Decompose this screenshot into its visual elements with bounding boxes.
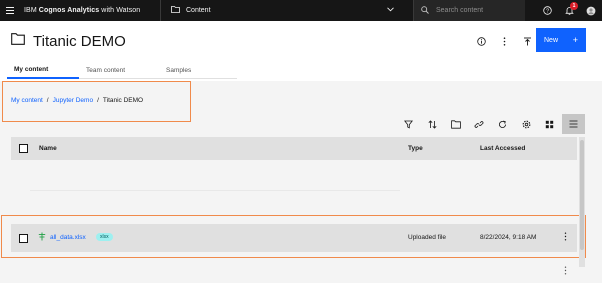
notification-badge: 1 xyxy=(570,2,578,10)
search-input[interactable]: Search content xyxy=(414,0,525,21)
empty-table-area xyxy=(11,160,577,215)
new-button-label: New xyxy=(544,36,559,44)
new-button[interactable]: New + xyxy=(536,28,586,52)
overflow-menu-icon[interactable] xyxy=(493,30,516,52)
product-name[interactable]: IBM Cognos Analytics with Watson xyxy=(20,7,160,14)
content-tabs: My content Team content Samples xyxy=(7,62,237,79)
scrollbar-thumb[interactable] xyxy=(580,140,584,250)
filter-icon[interactable] xyxy=(397,114,421,134)
search-icon xyxy=(421,5,429,16)
tab-my-content[interactable]: My content xyxy=(7,62,79,79)
new-folder-icon[interactable] xyxy=(444,114,468,134)
user-avatar-icon[interactable] xyxy=(580,0,602,21)
search-placeholder: Search content xyxy=(436,7,484,14)
chevron-down-icon xyxy=(387,7,394,14)
content-label: Content xyxy=(186,7,211,14)
content-switcher[interactable]: Content xyxy=(161,0,404,21)
settings-icon[interactable] xyxy=(515,114,539,134)
sort-icon[interactable] xyxy=(421,114,445,134)
app-root: IBM Cognos Analytics with Watson Content… xyxy=(0,0,602,283)
list-view-icon[interactable] xyxy=(561,114,585,134)
menu-icon[interactable] xyxy=(0,0,20,21)
select-all-checkbox[interactable] xyxy=(19,144,28,153)
refresh-icon[interactable] xyxy=(491,114,515,134)
overflow-menu-icon[interactable] xyxy=(564,262,567,280)
tab-samples[interactable]: Samples xyxy=(159,62,237,78)
row-highlight-box xyxy=(1,215,586,258)
info-icon[interactable] xyxy=(470,30,493,52)
column-header-name[interactable]: Name xyxy=(39,145,57,152)
divider xyxy=(30,190,400,191)
grid-view-icon[interactable] xyxy=(538,114,562,134)
tab-team-content[interactable]: Team content xyxy=(79,62,159,78)
column-header-type[interactable]: Type xyxy=(408,145,423,152)
link-icon[interactable] xyxy=(468,114,492,134)
title-actions xyxy=(470,30,539,52)
breadcrumb-highlight-box xyxy=(2,81,191,122)
content-toolbar xyxy=(397,114,585,134)
table-header: Name Type Last Accessed xyxy=(11,137,577,160)
plus-icon: + xyxy=(572,35,578,45)
page-title: Titanic DEMO xyxy=(33,32,126,50)
column-header-last-accessed[interactable]: Last Accessed xyxy=(480,145,525,152)
folder-icon xyxy=(11,32,25,50)
header-actions: ? 1 xyxy=(536,0,602,21)
help-icon[interactable]: ? xyxy=(536,0,558,21)
svg-text:?: ? xyxy=(545,8,548,14)
folder-icon xyxy=(171,6,180,15)
page-header: Titanic DEMO xyxy=(11,32,126,50)
notification-icon[interactable]: 1 xyxy=(558,0,580,21)
top-header: IBM Cognos Analytics with Watson Content… xyxy=(0,0,602,21)
